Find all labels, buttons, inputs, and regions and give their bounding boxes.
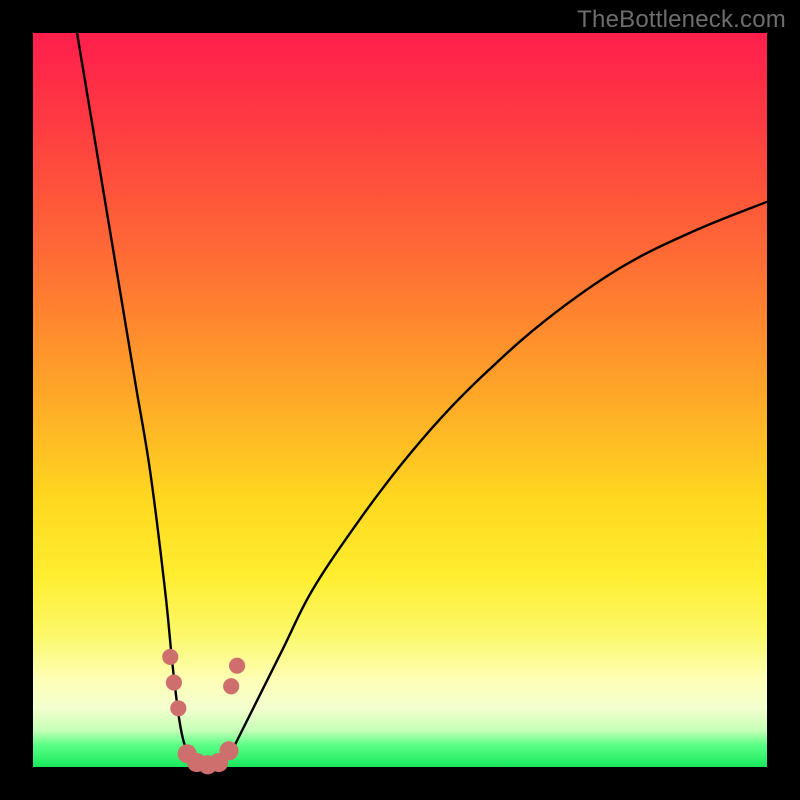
outer-frame: TheBottleneck.com	[0, 0, 800, 800]
chart-svg	[33, 33, 767, 767]
marker-dot	[223, 678, 239, 694]
marker-dot	[229, 658, 245, 674]
marker-dot	[170, 700, 186, 716]
chart-plot-area	[33, 33, 767, 767]
marker-dot	[162, 649, 178, 665]
watermark-text: TheBottleneck.com	[577, 6, 786, 34]
marker-dot	[219, 741, 238, 760]
bottleneck-curve-line	[77, 33, 767, 767]
marker-dots	[162, 649, 245, 775]
marker-dot	[166, 675, 182, 691]
